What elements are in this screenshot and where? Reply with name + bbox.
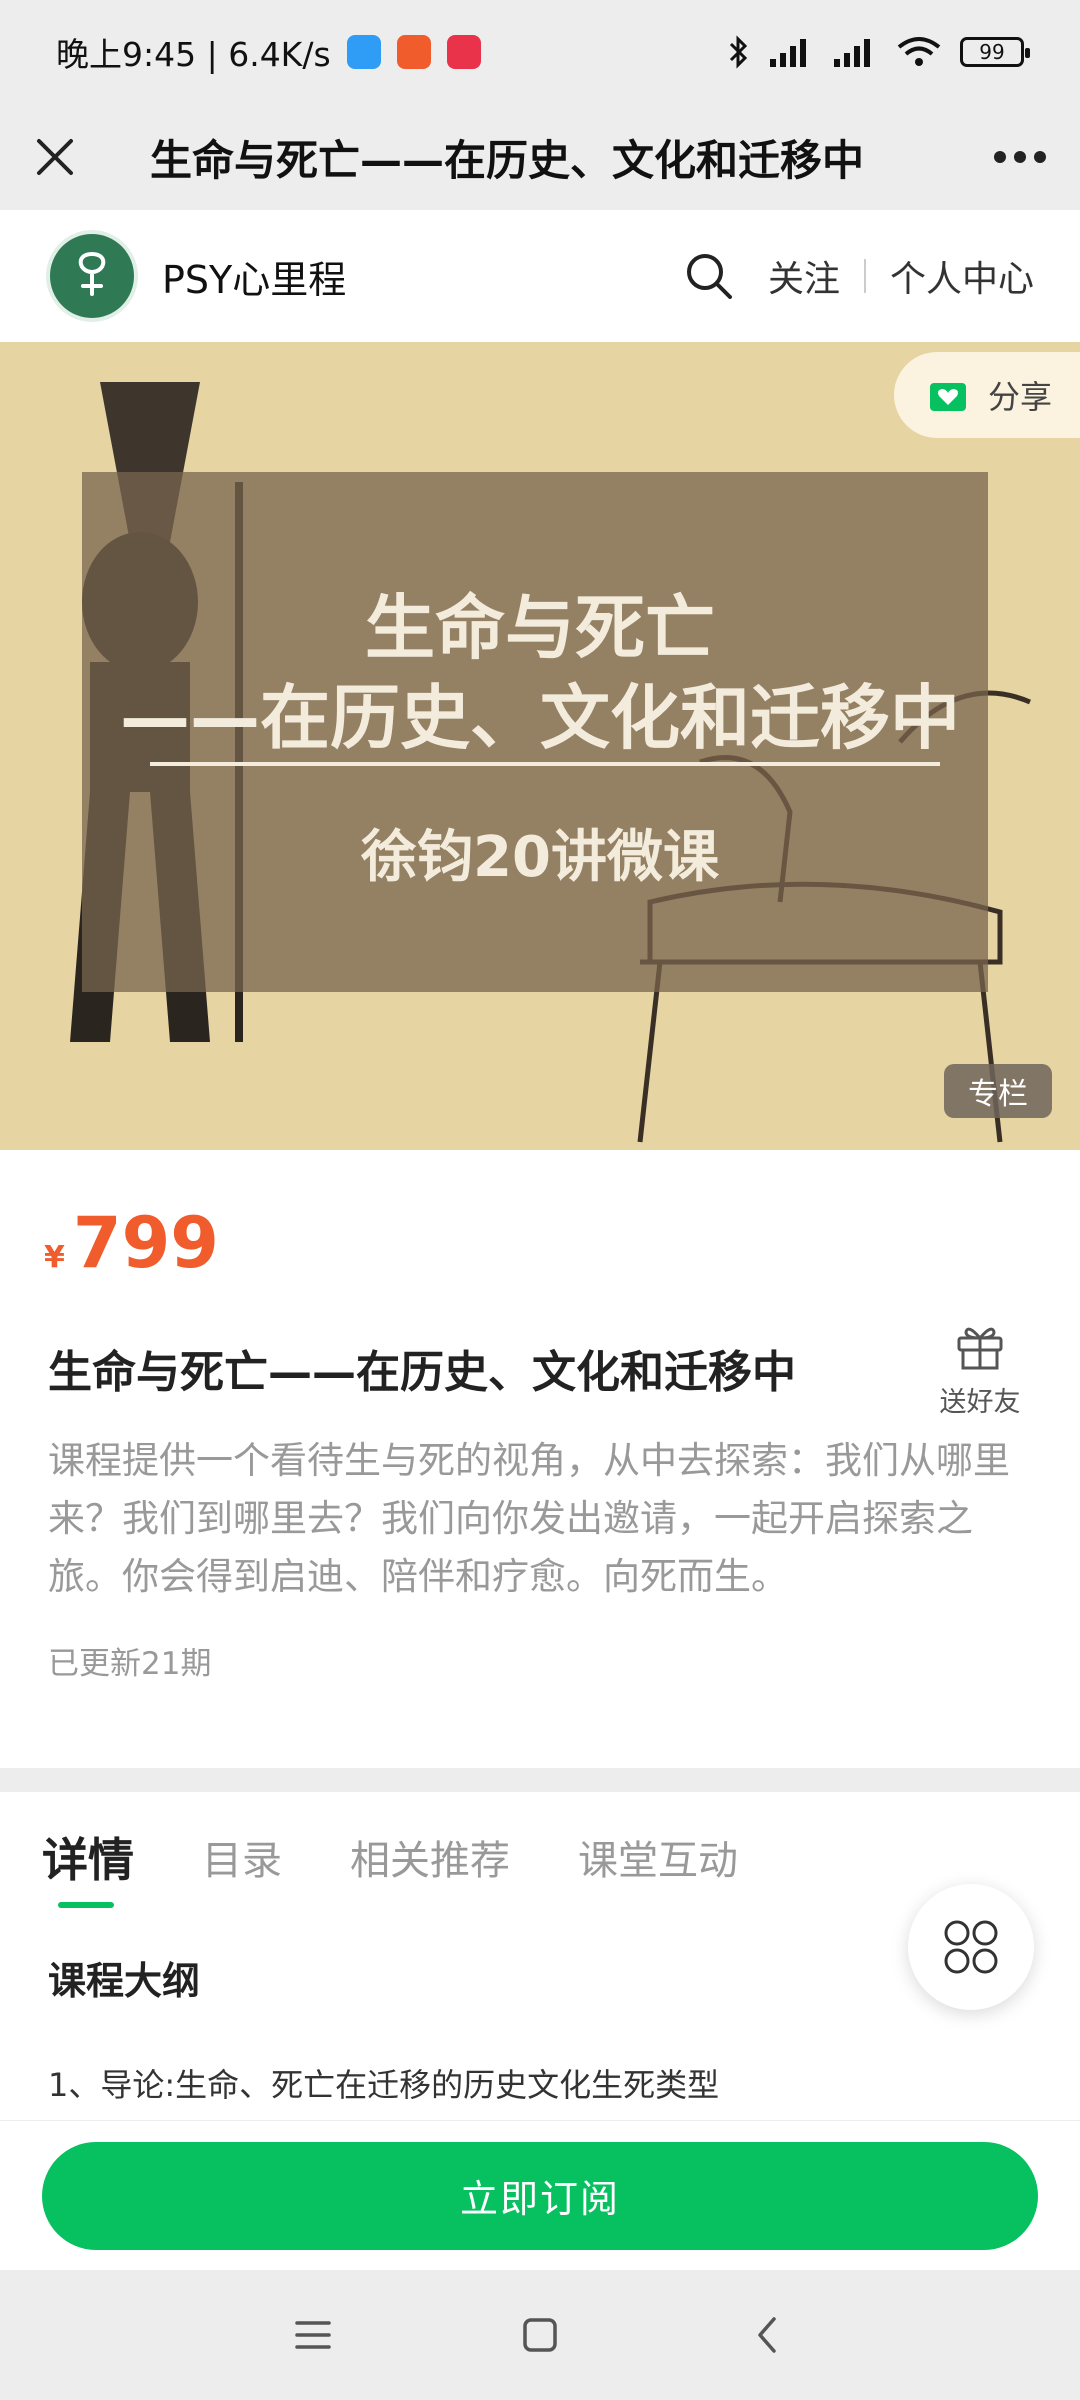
follow-button[interactable]: 关注: [768, 250, 840, 302]
share-icon: [930, 383, 966, 411]
share-button[interactable]: 分享: [894, 352, 1080, 438]
home-icon: [523, 2318, 557, 2352]
price-currency: ¥: [44, 1240, 65, 1275]
outline-title: 课程大纲: [48, 1959, 201, 2003]
more-icon: [994, 151, 1046, 163]
back-icon: [757, 2317, 776, 2353]
cover-title-line1: 生命与死亡: [365, 587, 715, 669]
signal-icon: [834, 39, 870, 67]
back-button[interactable]: [727, 2295, 807, 2375]
update-count: 已更新21期: [48, 1646, 212, 1682]
floating-menu-button[interactable]: [908, 1884, 1034, 2010]
course-title: 生命与死亡——在历史、文化和迁移中: [48, 1347, 796, 1398]
status-left: 晚上9:45 | 6.4K/s: [56, 28, 481, 76]
column-tag: 专栏: [944, 1064, 1052, 1118]
status-right: 99: [728, 34, 1030, 70]
wifi-icon: [897, 37, 941, 66]
bluetooth-icon: [729, 35, 748, 69]
title-bar: 生命与死亡——在历史、文化和迁移中: [0, 104, 1080, 210]
account-actions: 关注 个人中心: [684, 250, 1034, 302]
outline-item: 1、导论:生命、死亡在迁移的历史文化生死类型: [48, 2066, 720, 2104]
signal-icon: [770, 39, 806, 67]
status-time-speed: 晚上9:45 | 6.4K/s: [56, 35, 331, 74]
tab-bar: 详情 目录 相关推荐 课堂互动: [0, 1792, 1080, 1922]
battery-level: 99: [979, 40, 1005, 64]
battery-icon: 99: [960, 37, 1030, 67]
price: ¥ 799: [44, 1202, 219, 1284]
course-description: 课程提供一个看待生与死的视角，从中去探索：我们从哪里来？我们到哪里去？我们向你发…: [48, 1439, 1010, 1598]
gift-button[interactable]: 送好友: [930, 1320, 1030, 1419]
share-label: 分享: [988, 378, 1053, 416]
logo-icon: [78, 251, 106, 296]
subscribe-button[interactable]: 立即订阅: [42, 2141, 1038, 2250]
status-bar: 晚上9:45 | 6.4K/s 99: [0, 0, 1080, 104]
home-button[interactable]: [500, 2295, 580, 2375]
avatar[interactable]: [46, 230, 138, 322]
tab-interaction[interactable]: 课堂互动: [578, 1792, 738, 1922]
menu-icon: [295, 2321, 332, 2349]
tab-details[interactable]: 详情: [42, 1792, 134, 1922]
grid-icon: [944, 1920, 998, 1974]
divider: [863, 259, 866, 293]
price-value: 799: [72, 1202, 219, 1284]
cover-title-line2: ——在历史、文化和迁移中: [120, 677, 960, 759]
recent-apps-button[interactable]: [273, 2295, 353, 2375]
bottom-bar: 立即订阅: [0, 2120, 1080, 2270]
more-button[interactable]: [960, 104, 1080, 210]
search-icon[interactable]: [684, 251, 734, 301]
tab-recommendations[interactable]: 相关推荐: [350, 1792, 510, 1922]
course-cover: 生命与死亡 ——在历史、文化和迁移中 徐钧20讲微课 分享 专栏: [0, 342, 1080, 1150]
close-icon: [37, 139, 73, 175]
gift-icon: [957, 1327, 1003, 1370]
account-name[interactable]: PSY心里程: [162, 249, 346, 304]
system-nav-bar: [0, 2270, 1080, 2400]
tab-catalog[interactable]: 目录: [202, 1792, 282, 1922]
account-bar: PSY心里程 关注 个人中心: [0, 210, 1080, 342]
cover-subtitle: 徐钧20讲微课: [361, 825, 719, 890]
notification-app-icon: [446, 35, 481, 69]
course-info: ¥ 799 生命与死亡——在历史、文化和迁移中 送好友 课程提供一个看待生与死的…: [0, 1150, 1080, 1768]
close-button[interactable]: [0, 104, 110, 210]
gift-label: 送好友: [939, 1387, 1021, 1418]
page-title: 生命与死亡——在历史、文化和迁移中: [150, 135, 865, 185]
notification-app-icon: [396, 35, 431, 69]
notification-app-icon: [346, 35, 381, 69]
personal-center-button[interactable]: 个人中心: [890, 250, 1034, 302]
cover-divider: [150, 762, 940, 766]
